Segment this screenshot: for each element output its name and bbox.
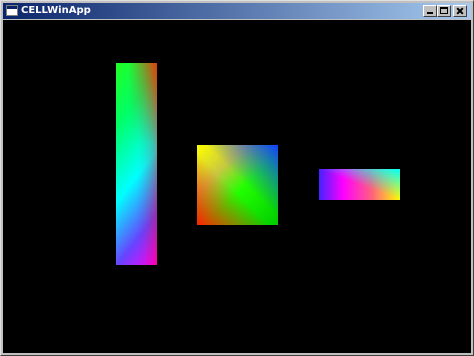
app-window-icon[interactable] — [6, 5, 18, 16]
minimize-button[interactable] — [423, 5, 437, 17]
render-canvas[interactable] — [3, 20, 471, 353]
app-window: CELLWinApp — [0, 0, 474, 356]
tall-gradient-quad — [116, 63, 157, 265]
window-title: CELLWinApp — [21, 5, 91, 16]
close-button[interactable] — [453, 5, 467, 17]
title-bar[interactable]: CELLWinApp — [3, 3, 471, 19]
square-gradient-quad — [197, 145, 278, 225]
small-gradient-quad — [319, 169, 400, 200]
maximize-button[interactable] — [437, 5, 451, 17]
